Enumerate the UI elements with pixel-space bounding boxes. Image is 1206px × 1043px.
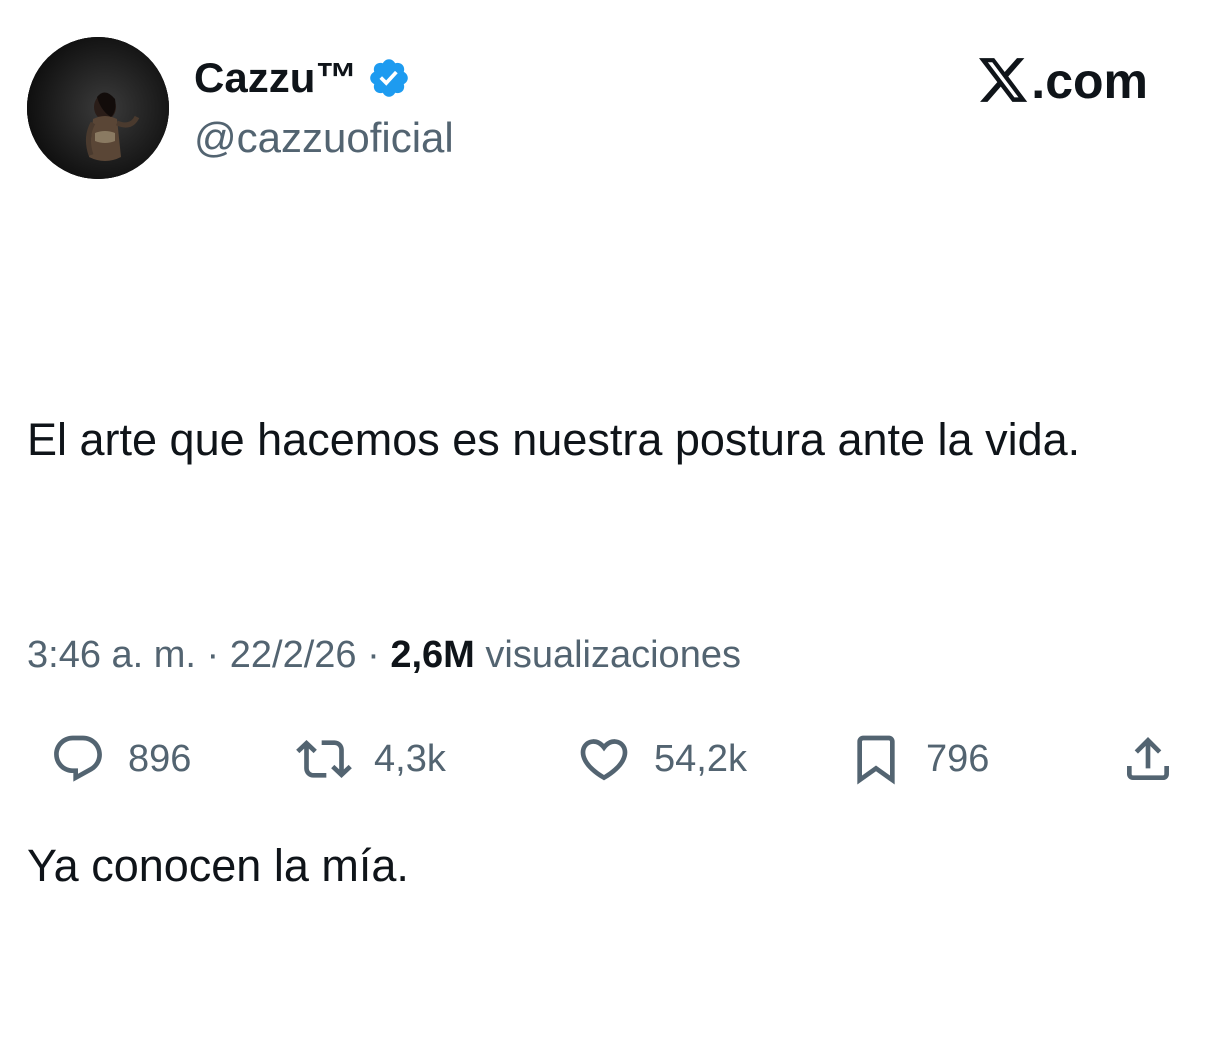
bookmark-button[interactable]: 796 xyxy=(848,726,989,792)
like-count: 54,2k xyxy=(654,737,747,780)
tweet-meta: 3:46 a. m. · 22/2/26 · 2,6M visualizacio… xyxy=(27,628,741,682)
author-handle[interactable]: @cazzuoficial xyxy=(194,112,454,164)
repost-count: 4,3k xyxy=(374,737,446,780)
tweet-time[interactable]: 3:46 a. m. xyxy=(27,634,196,676)
display-name[interactable]: Cazzu™ xyxy=(194,52,357,104)
share-button[interactable] xyxy=(1120,726,1176,792)
reply-button[interactable]: 896 xyxy=(50,726,191,792)
separator: · xyxy=(206,634,220,676)
tweet-date[interactable]: 22/2/26 xyxy=(230,634,357,676)
action-bar: 896 4,3k 54,2k 796 xyxy=(0,726,1206,792)
tweet-paragraph: Ya conocen la mía. xyxy=(27,840,409,891)
views-count: 2,6M xyxy=(390,634,475,676)
avatar-photo xyxy=(27,37,169,179)
separator: · xyxy=(367,634,380,676)
share-icon xyxy=(1127,737,1169,780)
avatar[interactable] xyxy=(27,37,169,179)
reply-count: 896 xyxy=(128,737,192,780)
verified-badge-icon xyxy=(370,59,409,97)
repost-icon xyxy=(296,740,352,778)
bookmark-count: 796 xyxy=(926,737,990,780)
bookmark-icon xyxy=(857,735,895,785)
tweet-paragraph: El arte que hacemos es nuestra postura a… xyxy=(27,414,1081,465)
repost-button[interactable]: 4,3k xyxy=(296,726,446,792)
reply-icon xyxy=(54,735,102,782)
x-logo-icon xyxy=(979,58,1028,102)
heart-icon xyxy=(580,739,628,781)
brand-domain: .com xyxy=(1031,53,1148,109)
brand-logo: .com xyxy=(979,52,1148,110)
author-name[interactable]: Cazzu™ xyxy=(194,52,411,104)
like-button[interactable]: 54,2k xyxy=(576,726,747,792)
views-label: visualizaciones xyxy=(485,634,741,676)
